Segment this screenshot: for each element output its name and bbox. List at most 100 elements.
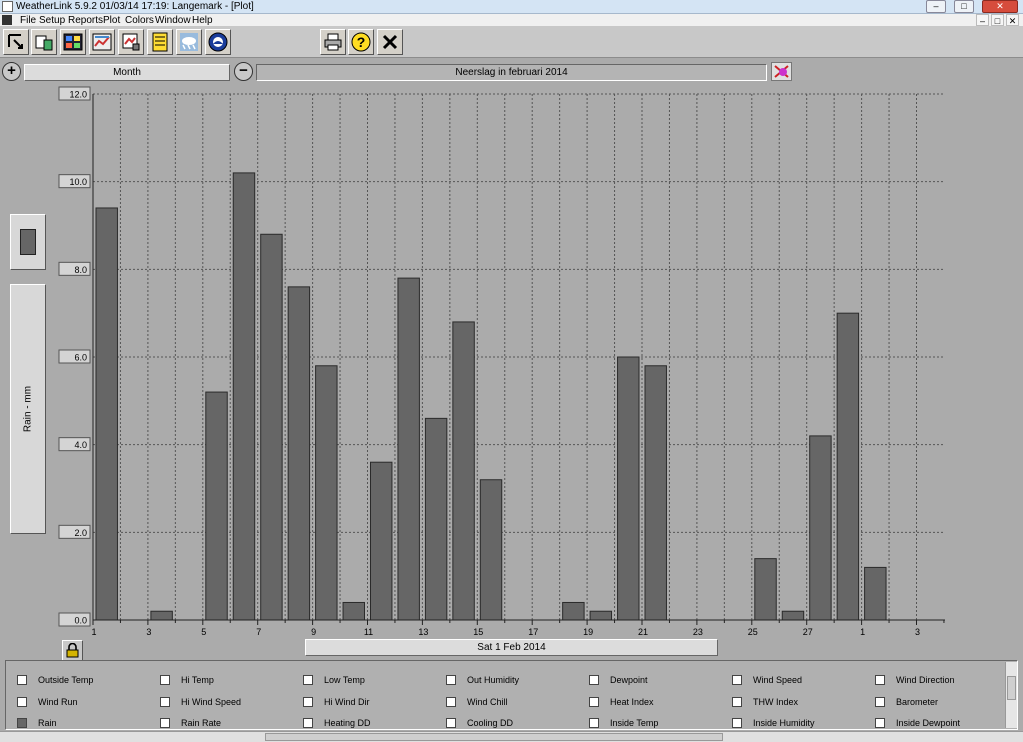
series-checkbox[interactable] xyxy=(446,718,456,728)
print-button[interactable] xyxy=(320,29,346,55)
series-label: THW Index xyxy=(753,697,799,707)
series-label: Rain Rate xyxy=(181,718,222,728)
mdi-minimize-button[interactable]: – xyxy=(976,14,989,26)
print-icon xyxy=(323,32,343,52)
series-checkbox[interactable] xyxy=(875,675,885,685)
notes-button[interactable] xyxy=(147,29,173,55)
rain-bar xyxy=(589,610,613,621)
x-tick-label: 3 xyxy=(146,627,151,637)
series-checkbox[interactable] xyxy=(732,718,742,728)
menu-help[interactable]: Help xyxy=(192,14,213,27)
series-checkbox[interactable] xyxy=(732,675,742,685)
document-icon xyxy=(2,15,12,25)
station-status-button[interactable] xyxy=(31,29,57,55)
y-tick-label: 8.0 xyxy=(74,265,87,275)
series-checkbox[interactable] xyxy=(17,697,27,707)
series-label: Cooling DD xyxy=(467,718,514,728)
x-tick-label: 25 xyxy=(748,627,758,637)
scroll-thumb[interactable] xyxy=(1007,676,1016,700)
menu-reports[interactable]: Reports xyxy=(68,14,103,27)
x-tick-label: 15 xyxy=(473,627,483,637)
rain-bar xyxy=(232,172,256,621)
rain-bar xyxy=(315,365,338,621)
rain-bar xyxy=(452,321,475,621)
minimize-button[interactable]: – xyxy=(926,0,946,13)
toolbar: ? xyxy=(0,27,1023,58)
series-label: Wind Run xyxy=(38,697,78,707)
series-checkbox[interactable] xyxy=(17,718,27,728)
series-checkbox[interactable] xyxy=(446,675,456,685)
window-title: WeatherLink 5.9.2 01/03/14 17:19: Langem… xyxy=(16,1,254,12)
series-checkbox[interactable] xyxy=(160,718,170,728)
series-label: Heat Index xyxy=(610,697,654,707)
x-tick-label: 19 xyxy=(583,627,593,637)
horizontal-scrollbar[interactable] xyxy=(0,731,1023,742)
series-checkbox[interactable] xyxy=(160,697,170,707)
browse-icon xyxy=(121,32,141,52)
x-tick-label: 23 xyxy=(693,627,703,637)
select-station-button[interactable] xyxy=(3,29,29,55)
lock-icon xyxy=(66,643,79,658)
rain-bar xyxy=(836,312,860,621)
series-label: Inside Dewpoint xyxy=(896,718,961,728)
close-plot-button[interactable] xyxy=(377,29,403,55)
rain-bar xyxy=(150,610,173,621)
series-checkbox[interactable] xyxy=(589,697,599,707)
series-checkbox[interactable] xyxy=(589,718,599,728)
scroll-thumb[interactable] xyxy=(265,733,723,741)
mdi-restore-button[interactable]: □ xyxy=(991,14,1004,26)
zoom-in-button[interactable]: + xyxy=(2,62,21,81)
summary-button[interactable] xyxy=(89,29,115,55)
series-label: Heating DD xyxy=(324,718,371,728)
series-checkbox[interactable] xyxy=(589,675,599,685)
rain-bar xyxy=(864,566,887,621)
app-icon xyxy=(2,1,13,12)
bulletin-button[interactable] xyxy=(60,29,86,55)
summary-icon xyxy=(92,32,112,52)
series-label: Inside Humidity xyxy=(753,718,815,728)
series-checkbox[interactable] xyxy=(446,697,456,707)
menu-colors[interactable]: Colors xyxy=(125,14,154,27)
weather-button[interactable] xyxy=(176,29,202,55)
series-label: Barometer xyxy=(896,697,939,707)
menu-bar: File Setup Reports Plot Colors Window He… xyxy=(0,14,1023,27)
series-checkbox[interactable] xyxy=(303,675,313,685)
svg-text:?: ? xyxy=(357,34,366,50)
menu-setup[interactable]: Setup xyxy=(39,14,65,27)
browse-button[interactable] xyxy=(118,29,144,55)
zoom-in-icon: + xyxy=(7,62,16,79)
x-tick-label: 11 xyxy=(364,627,373,637)
noaa-icon xyxy=(208,32,228,52)
menu-file[interactable]: File xyxy=(20,14,36,27)
date-label: Sat 1 Feb 2014 xyxy=(305,639,718,656)
series-label: Dewpoint xyxy=(610,675,648,685)
x-tick-label: 7 xyxy=(256,627,261,637)
zoom-out-icon: − xyxy=(239,62,248,79)
help-button[interactable]: ? xyxy=(348,29,374,55)
x-tick-label: 9 xyxy=(311,627,316,637)
series-checkbox[interactable] xyxy=(732,697,742,707)
series-checkbox[interactable] xyxy=(303,718,313,728)
x-tick-label: 27 xyxy=(803,627,813,637)
series-checkbox[interactable] xyxy=(875,697,885,707)
close-window-button[interactable]: ✕ xyxy=(982,0,1018,13)
legend-scrollbar[interactable] xyxy=(1005,662,1017,728)
maximize-button[interactable]: □ xyxy=(954,0,974,13)
plot-title: Neerslag in februari 2014 xyxy=(256,64,767,81)
series-label: Wind Speed xyxy=(753,675,803,685)
noaa-button[interactable] xyxy=(205,29,231,55)
series-checkbox[interactable] xyxy=(875,718,885,728)
series-checkbox[interactable] xyxy=(303,697,313,707)
zoom-out-button[interactable]: − xyxy=(234,62,253,81)
y-tick-label: 6.0 xyxy=(74,353,87,363)
series-checkbox[interactable] xyxy=(17,675,27,685)
clear-plot-button[interactable] xyxy=(771,62,792,81)
lock-scale-button[interactable] xyxy=(62,640,83,661)
rain-bar xyxy=(370,461,393,621)
series-label: Low Temp xyxy=(324,675,365,685)
menu-window[interactable]: Window xyxy=(155,14,191,27)
mdi-close-button[interactable]: ✕ xyxy=(1006,14,1019,26)
menu-plot[interactable]: Plot xyxy=(103,14,120,27)
series-checkbox[interactable] xyxy=(160,675,170,685)
period-selector[interactable]: Month xyxy=(24,64,230,81)
